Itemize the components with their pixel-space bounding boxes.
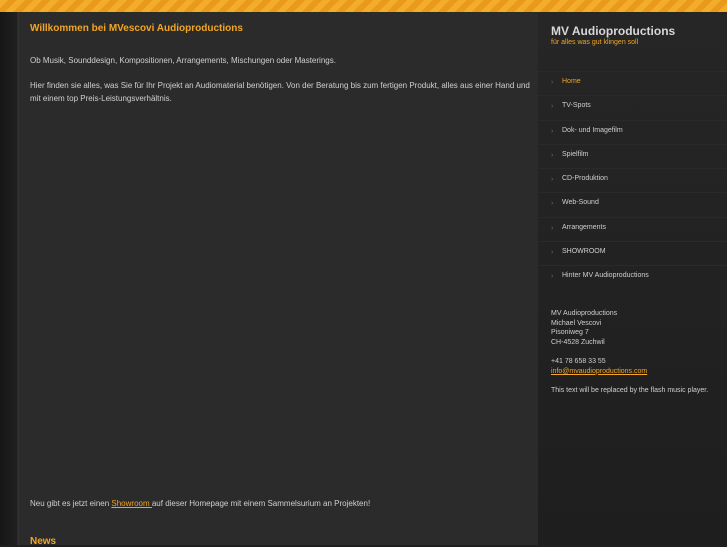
showroom-prefix: Neu gibt es jetzt einen (30, 499, 112, 508)
contact-email-link[interactable]: info@mvaudioproductions.com (551, 368, 647, 375)
nav-item-web-sound[interactable]: › Web-Sound (538, 192, 727, 216)
description-text: Hier finden sie alles, was Sie für Ihr P… (30, 81, 530, 103)
contact-company: MV Audioproductions (551, 310, 618, 317)
contact-city: CH-4528 Zuchwil (551, 338, 605, 346)
main-content: Willkommen bei MVescovi Audioproductions… (18, 12, 539, 547)
contact-street: Pisoniweg 7 (551, 329, 589, 337)
contact-spacer (551, 347, 647, 357)
chevron-right-icon: › (551, 127, 554, 135)
nav-item-spielfilm[interactable]: › Spielfilm (538, 143, 727, 168)
nav-item-label: Home (562, 78, 581, 85)
intro-text: Ob Musik, Sounddesign, Kompositionen, Ar… (30, 56, 336, 65)
chevron-right-icon: › (551, 79, 554, 86)
left-edge (0, 12, 18, 545)
chevron-right-icon: › (551, 249, 554, 257)
chevron-right-icon: › (551, 176, 554, 184)
top-stripe (0, 0, 727, 12)
contact-phone: +41 78 658 33 55 (551, 357, 606, 365)
chevron-right-icon: › (551, 224, 554, 232)
contact-block: MV Audioproductions Michael Vescovi Piso… (551, 309, 647, 376)
nav-item-tv-spots[interactable]: › TV-Spots (538, 95, 727, 119)
nav-item-label: Web-Sound (562, 199, 599, 207)
page-title: Willkommen bei MVescovi Audioproductions (30, 23, 243, 34)
chevron-right-icon: › (551, 273, 554, 281)
nav-item-label: TV-Spots (562, 102, 591, 110)
chevron-right-icon: › (551, 200, 554, 208)
nav-item-cd-produktion[interactable]: › CD-Produktion (538, 168, 727, 192)
nav-item-label: SHOWROOM (562, 248, 606, 256)
nav-item-label: Dok- und Imagefilm (562, 126, 623, 134)
nav-item-label: Arrangements (562, 223, 606, 231)
nav-item-hinter-mv[interactable]: › Hinter MV Audioproductions (538, 265, 727, 289)
contact-name: Michael Vescovi (551, 319, 602, 327)
nav-item-dok-imagefilm[interactable]: › Dok- und Imagefilm (538, 119, 727, 144)
showroom-link[interactable]: Showroom (111, 499, 151, 508)
nav-item-home[interactable]: › Home (538, 71, 727, 95)
showroom-suffix: auf dieser Homepage mit einem Sammelsuri… (151, 499, 371, 508)
chevron-right-icon: › (551, 103, 554, 111)
nav-item-showroom[interactable]: › SHOWROOM (538, 241, 727, 265)
sidebar: MV Audioproductions für alles was gut kl… (538, 12, 727, 545)
site-subtitle: für alles was gut klingen soll (551, 39, 639, 46)
main-navigation: › Home › TV-Spots › Dok- und Imagefilm › Spi… (538, 71, 727, 290)
news-heading: News (30, 536, 57, 547)
chevron-right-icon: › (551, 151, 554, 159)
nav-item-label: Spielfilm (562, 150, 589, 158)
nav-item-arrangements[interactable]: › Arrangements (538, 216, 727, 241)
site-title: MV Audioproductions (551, 24, 676, 38)
showroom-notice: Neu gibt es jetzt einen Showroom auf die… (30, 497, 530, 510)
nav-item-label: CD-Produktion (562, 175, 608, 183)
flash-player-placeholder: This text will be replaced by the flash … (551, 387, 709, 394)
nav-item-label: Hinter MV Audioproductions (562, 272, 649, 280)
